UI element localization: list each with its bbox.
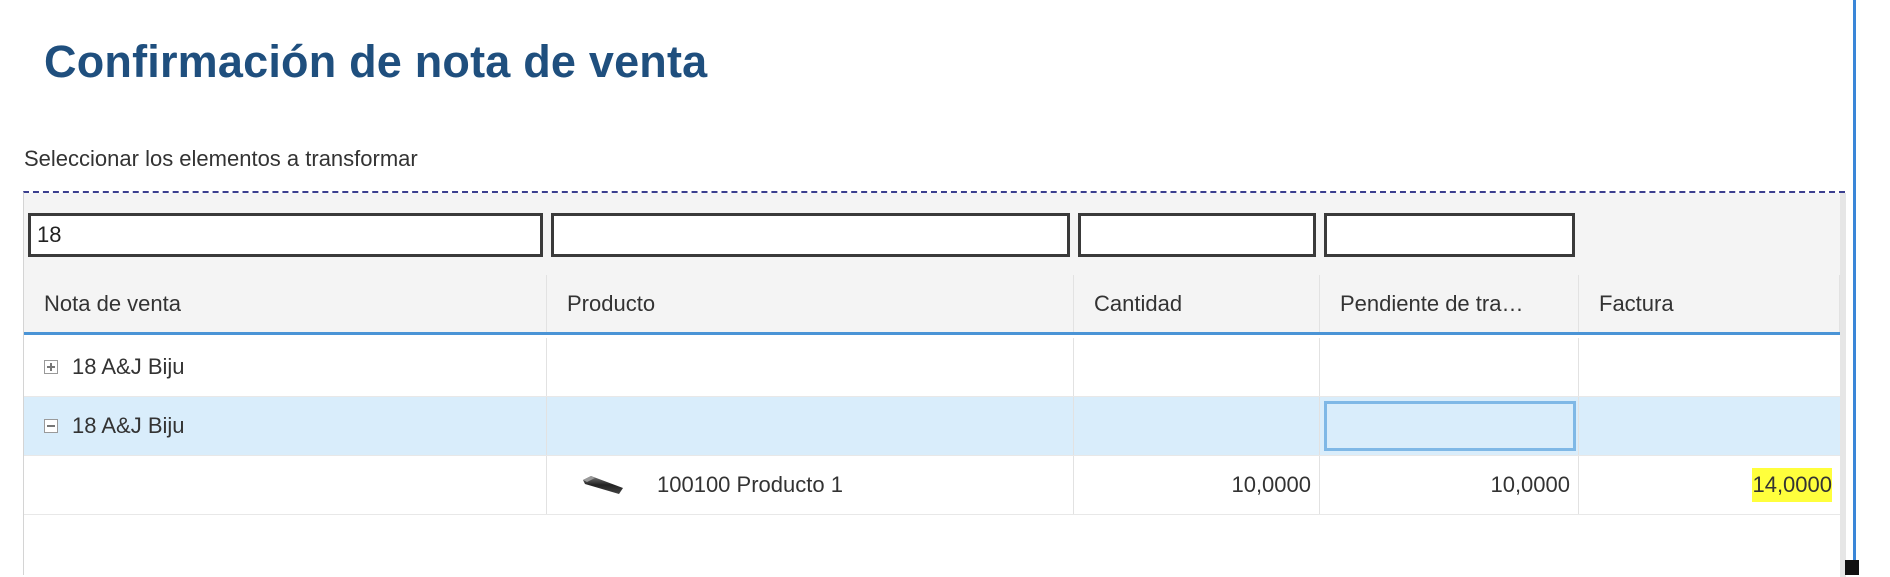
vertical-scrollbar[interactable] (1840, 193, 1846, 577)
filter-row (24, 193, 1840, 275)
producto-cell: 100100 Producto 1 (657, 472, 843, 497)
cantidad-cell: 10,0000 (1074, 456, 1320, 514)
cell-focus-outline (1324, 401, 1576, 451)
column-header-nota-de-venta[interactable]: Nota de venta (24, 275, 547, 332)
instruction-label: Seleccionar los elementos a transformar (24, 146, 418, 171)
collapse-minus-icon[interactable] (44, 419, 58, 433)
product-thumbnail-icon (583, 476, 623, 494)
filter-producto[interactable] (551, 213, 1070, 257)
page-title: Confirmación de nota de venta (44, 36, 708, 87)
column-header-producto[interactable]: Producto (547, 275, 1074, 332)
resize-handle[interactable] (1845, 560, 1859, 575)
pendiente-cell: 10,0000 (1320, 456, 1579, 514)
table-row[interactable]: 18 A&J Biju (24, 338, 1840, 397)
factura-value-highlighted: 14,0000 (1752, 468, 1832, 502)
factura-cell: 14,0000 (1579, 456, 1840, 514)
right-frame-border (1853, 0, 1856, 575)
column-header-row: Nota de venta Producto Cantidad Pendient… (24, 275, 1840, 335)
filter-nota-de-venta[interactable] (28, 213, 543, 257)
nota-de-venta-cell: 18 A&J Biju (72, 413, 185, 438)
nota-de-venta-cell: 18 A&J Biju (72, 354, 185, 379)
expand-plus-icon[interactable] (44, 360, 58, 374)
table-row-selected[interactable]: 18 A&J Biju (24, 397, 1840, 456)
column-header-pendiente[interactable]: Pendiente de tra… (1320, 275, 1579, 332)
filter-pendiente[interactable] (1324, 213, 1575, 257)
table-row[interactable]: 100100 Producto 1 10,0000 10,0000 14,000… (24, 456, 1840, 515)
filter-cantidad[interactable] (1078, 213, 1316, 257)
pendiente-edit-cell[interactable] (1320, 397, 1579, 455)
column-header-cantidad[interactable]: Cantidad (1074, 275, 1320, 332)
column-header-factura[interactable]: Factura (1579, 275, 1840, 332)
sales-order-grid: Nota de venta Producto Cantidad Pendient… (23, 191, 1846, 577)
